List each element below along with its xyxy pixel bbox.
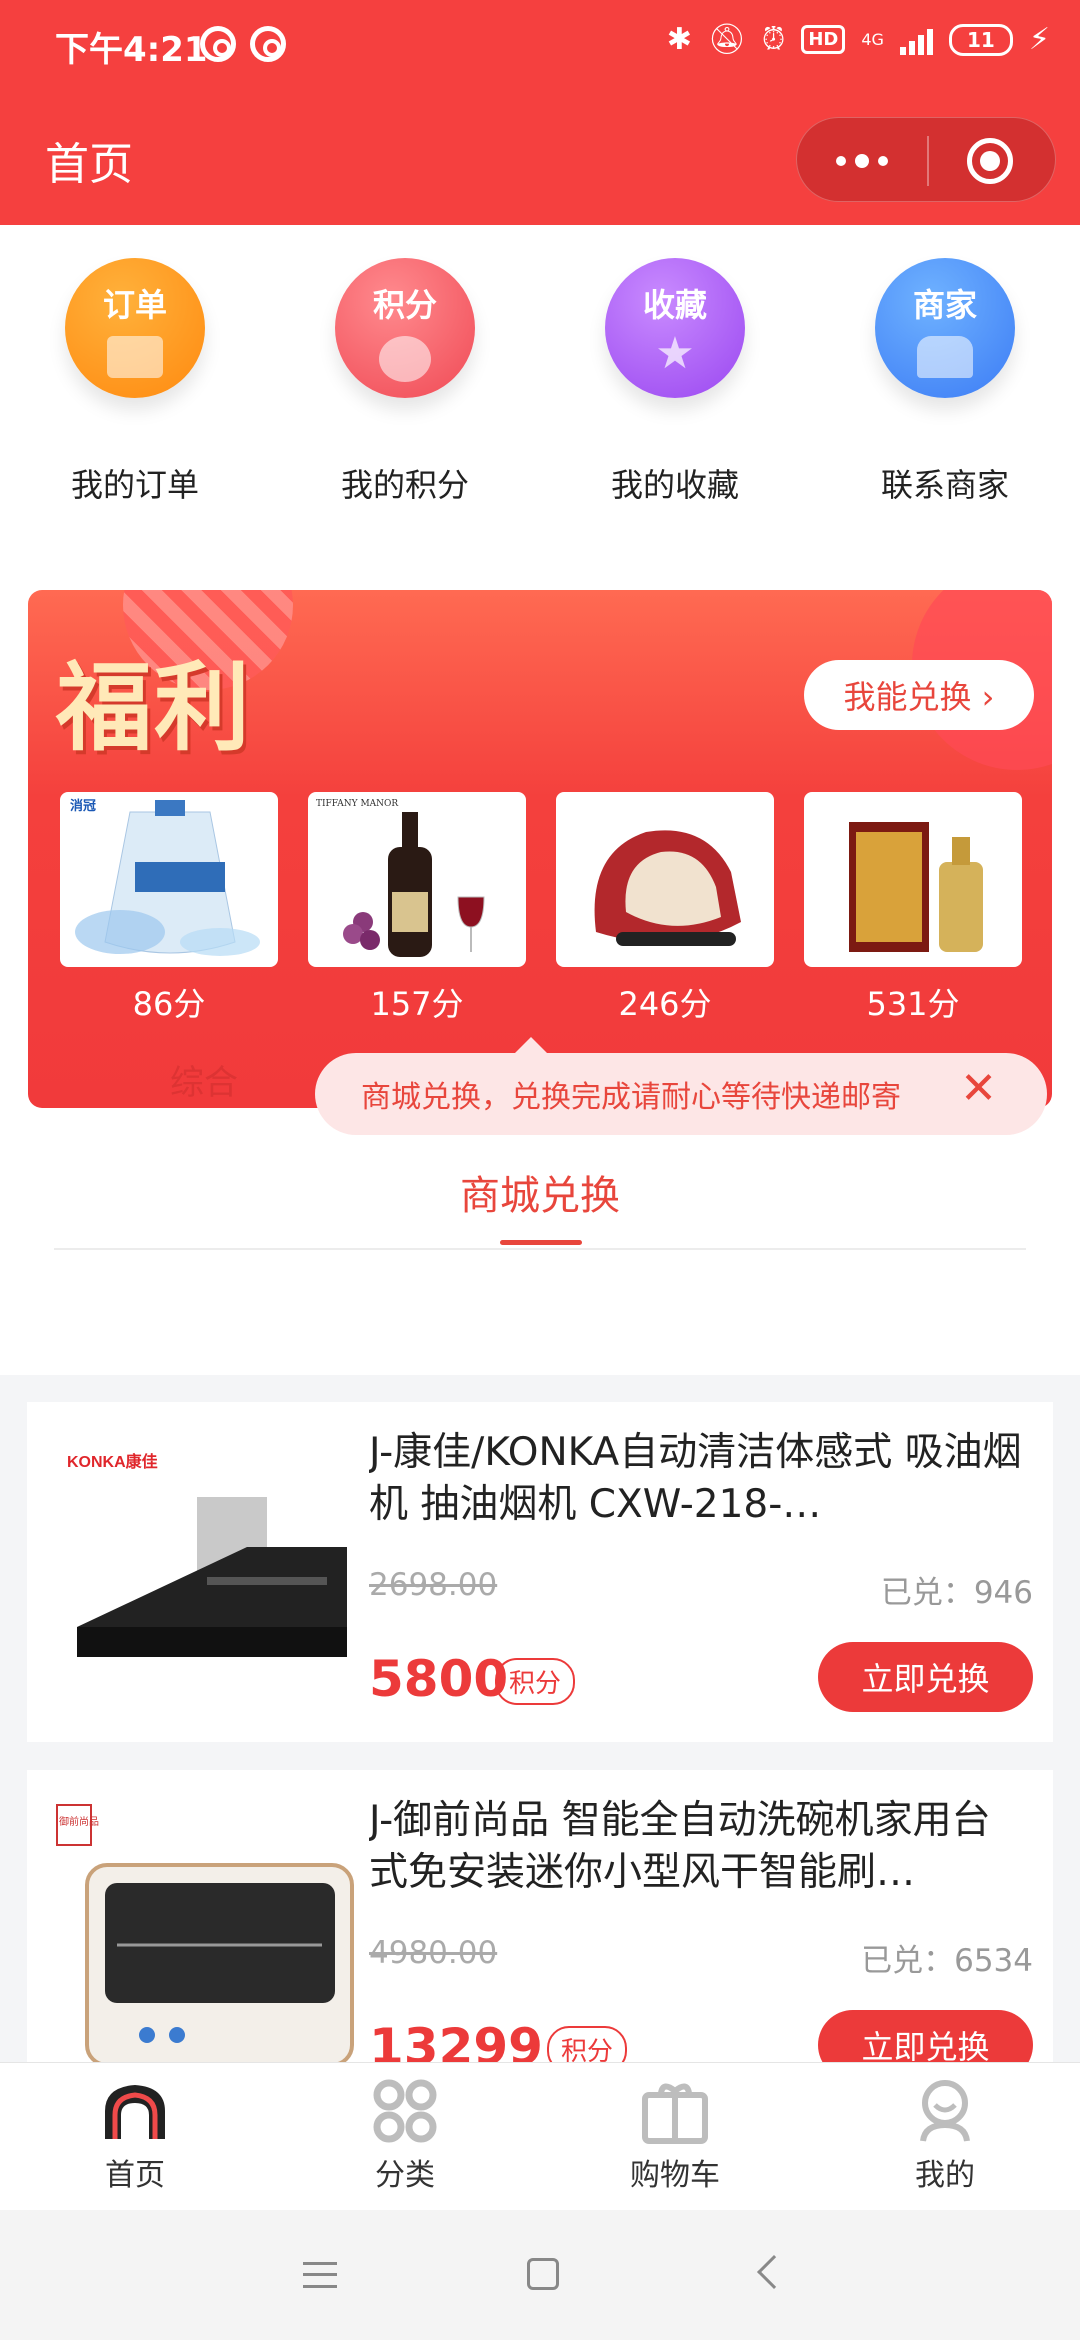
status-bar: 下午4:21 ✱ 🔕︎ ⏰︎ HD 4G 11 ⚡︎ (0, 0, 1080, 90)
category-icon (373, 2079, 437, 2143)
goods-name: J-康佳/KONKA自动清洁体感式 吸油烟机 抽油烟机 CXW-218-… (369, 1430, 1022, 1527)
charging-icon: ⚡︎ (1028, 22, 1050, 57)
tab-cart[interactable]: 购物车 (540, 2063, 810, 2210)
favorites-badge-text: 收藏 (642, 286, 707, 324)
detergent-bag-image: 消冠 (60, 792, 278, 967)
app-notification-icon (250, 26, 286, 62)
mini-program-capsule (796, 117, 1056, 202)
page-title: 首页 (45, 139, 133, 190)
target-close-icon[interactable] (967, 138, 1013, 184)
back-icon[interactable] (757, 2255, 791, 2289)
app-notification-icon (200, 26, 236, 62)
goods-card[interactable]: KONKA康佳 J-康佳/KONKA自动清洁体感式 吸油烟机 抽油烟机 CXW-… (27, 1402, 1053, 1742)
tab-home[interactable]: 首页 (0, 2063, 270, 2210)
points-badge: 积分 (335, 258, 475, 398)
quick-entry-points[interactable]: 积分 我的积分 (270, 250, 540, 504)
quick-entry-orders[interactable]: 订单 我的订单 (0, 250, 270, 504)
product-score: 157分 (370, 985, 464, 1023)
goods-name: J-御前尚品 智能全自动洗碗机家用台式免安装迷你小型风干智能刷… (369, 1798, 991, 1895)
welfare-product[interactable]: TIFFANY MANOR 157分 (308, 792, 526, 1025)
brand-logo: KONKA康佳 (67, 1452, 158, 1471)
mute-icon: 🔕︎ (707, 22, 746, 57)
bottom-tab-bar: 首页 分类 购物车 我的 (0, 2062, 1080, 2210)
original-price: 4980.00 (369, 1935, 498, 1971)
battery-icon: 11 (948, 23, 1013, 56)
user-icon (920, 2080, 970, 2142)
top-bar: 下午4:21 ✱ 🔕︎ ⏰︎ HD 4G 11 ⚡︎ 首页 (0, 0, 1080, 225)
massage-chair-image (556, 792, 774, 967)
favorites-badge: 收藏 ★ (605, 258, 745, 398)
capsule-divider (927, 136, 929, 186)
alarm-icon: ⏰︎ (761, 22, 786, 57)
status-right: ✱ 🔕︎ ⏰︎ HD 4G 11 ⚡︎ (667, 22, 1050, 57)
svg-text:消冠: 消冠 (70, 798, 96, 814)
product-score: 246分 (618, 985, 712, 1023)
quick-entry-merchant[interactable]: 商家 联系商家 (810, 250, 1080, 504)
quick-entry-label: 我的收藏 (610, 466, 739, 504)
range-hood-image: KONKA康佳 (47, 1427, 367, 1717)
svg-text:TIFFANY MANOR: TIFFANY MANOR (316, 799, 398, 809)
welfare-product[interactable]: 消冠 86分 (60, 792, 278, 1025)
tab-mall-exchange[interactable]: 商城兑换 (0, 1163, 1080, 1221)
home-icon (105, 2085, 165, 2139)
tab-label: 购物车 (630, 2158, 720, 2193)
orders-badge: 订单 (65, 258, 205, 398)
redeem-now-button[interactable]: 立即兑换 (818, 1642, 1033, 1712)
welfare-product[interactable]: 246分 (556, 792, 774, 1025)
orders-badge-text: 订单 (102, 286, 167, 324)
tab-label: 分类 (375, 2158, 435, 2193)
points-badge-text: 积分 (372, 286, 437, 324)
store-icon (917, 336, 973, 378)
welfare-product[interactable]: 531分 (804, 792, 1022, 1025)
brand-logo: 御前尚品 (59, 1815, 99, 1828)
welfare-title: 福利 (56, 651, 252, 764)
status-left-icons (200, 26, 286, 62)
home-button-icon[interactable] (527, 2258, 559, 2290)
bluetooth-icon: ✱ (666, 22, 692, 57)
sold-count: 已兑：946 (880, 1575, 1033, 1611)
quick-entry-label: 联系商家 (880, 466, 1009, 504)
tab-mine[interactable]: 我的 (810, 2063, 1080, 2210)
goods-card[interactable]: 御前尚品 J-御前尚品 智能全自动洗碗机家用台式免安装迷你小型风干智能刷… 49… (27, 1770, 1053, 2110)
network-type: 4G (861, 29, 884, 49)
gift-cart-icon (642, 2083, 708, 2144)
divider (54, 1248, 1026, 1250)
sort-comprehensive[interactable]: 综合 (170, 1027, 238, 1104)
dishwasher-image: 御前尚品 (47, 1795, 367, 2085)
redeem-button[interactable]: 我能兑换 › (804, 660, 1034, 730)
product-score: 531分 (866, 985, 960, 1023)
wine-bottle-image: TIFFANY MANOR (308, 792, 526, 967)
close-icon[interactable]: ✕ (960, 1063, 997, 1114)
quick-entry-label: 我的订单 (70, 466, 199, 504)
status-time: 下午4:21 (55, 30, 208, 70)
quick-entry-label: 我的积分 (340, 466, 469, 504)
points-price: 5800 (369, 1650, 509, 1708)
star-icon: ★ (655, 328, 695, 379)
welfare-products: 消冠 86分 TIFFANY MANOR 157分 246分 531分 (60, 792, 1022, 1025)
more-dots-icon[interactable] (797, 118, 927, 203)
hd-icon: HD (801, 25, 846, 54)
points-tag: 积分 (495, 1658, 576, 1705)
sold-count: 已兑：6534 (861, 1943, 1033, 1979)
tab-category[interactable]: 分类 (270, 2063, 540, 2210)
tab-indicator (500, 1240, 582, 1245)
system-navigation-bar (0, 2210, 1080, 2340)
home-page: 订单 我的订单 积分 我的积分 收藏 ★ 我的收藏 商家 联系商家 福利 我能兑… (0, 225, 1080, 1375)
tab-label: 首页 (105, 2158, 165, 2193)
quick-entry-favorites[interactable]: 收藏 ★ 我的收藏 (540, 250, 810, 504)
merchant-badge-text: 商家 (912, 286, 977, 324)
liquor-gift-box-image (804, 792, 1022, 967)
original-price: 2698.00 (369, 1567, 498, 1603)
quick-entries: 订单 我的订单 积分 我的积分 收藏 ★ 我的收藏 商家 联系商家 (0, 250, 1080, 504)
recent-apps-icon[interactable] (303, 2262, 337, 2288)
tab-label: 我的 (915, 2158, 975, 2193)
exchange-tip: 商城兑换，兑换完成请耐心等待快递邮寄 ✕ (315, 1037, 1047, 1135)
coins-icon (379, 336, 431, 382)
product-score: 86分 (132, 985, 206, 1023)
tip-text: 商城兑换，兑换完成请耐心等待快递邮寄 (361, 1080, 901, 1115)
receipt-icon (107, 336, 163, 378)
signal-icon (899, 25, 933, 55)
merchant-badge: 商家 (875, 258, 1015, 398)
